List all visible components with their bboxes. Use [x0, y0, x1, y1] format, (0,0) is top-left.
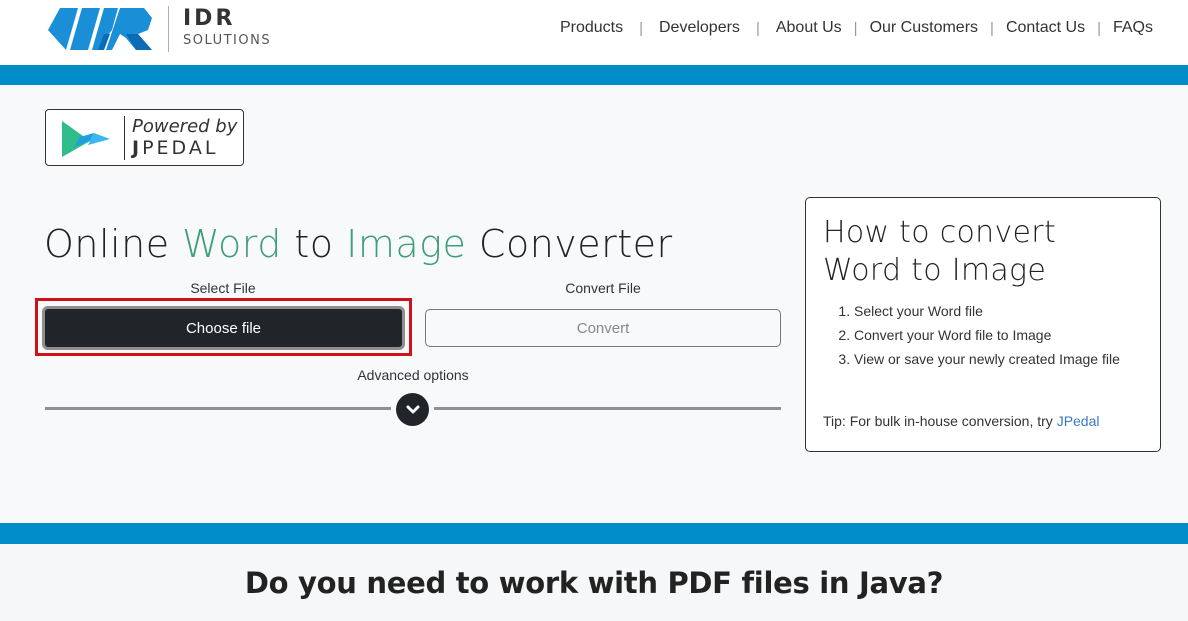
nav-separator: | [755, 19, 760, 37]
how-to-step: Convert your Word file to Image [854, 323, 1144, 347]
header-accent-bar [0, 65, 1188, 85]
jpedal-initial: J [132, 137, 143, 159]
powered-by-jpedal-badge[interactable]: Powered by JPEDAL [45, 109, 244, 166]
site-header: IDR SOLUTIONS Products | Developers | Ab… [0, 0, 1188, 65]
nav-separator: | [853, 19, 858, 37]
select-file-label: Select File [190, 280, 256, 296]
how-to-title-line: How to convert [823, 215, 1057, 250]
brand-name: IDR [183, 6, 236, 31]
idr-logo-icon[interactable] [48, 4, 156, 54]
title-accent-source: Word [182, 222, 282, 266]
choose-file-button[interactable]: Choose file [42, 306, 405, 350]
how-to-card: How to convertWord to Image Select your … [805, 197, 1161, 452]
tip-text: Tip: For bulk in-house conversion, try J… [823, 413, 1100, 429]
chevron-down-icon [406, 405, 419, 413]
jpedal-rest: PEDAL [142, 137, 219, 159]
how-to-title: How to convert Word to Image [823, 214, 1056, 290]
page-title: Online Word to Image Converter [44, 222, 673, 266]
how-to-step: View or save your newly created Image fi… [854, 347, 1144, 371]
nav-separator: | [1097, 19, 1101, 37]
nav-developers[interactable]: Developers [659, 19, 740, 37]
title-accent-target: Image [346, 222, 467, 266]
nav-contact-us[interactable]: Contact Us [1006, 19, 1085, 37]
section-accent-bar [0, 523, 1188, 544]
main-nav: Products | Developers | About Us | Our C… [560, 19, 1153, 37]
convert-button[interactable]: Convert [425, 309, 781, 347]
jpedal-link[interactable]: JPedal [1057, 413, 1100, 429]
convert-file-label: Convert File [565, 280, 641, 296]
nav-products[interactable]: Products [560, 19, 623, 37]
advanced-options-divider [45, 407, 391, 410]
title-text: Online [44, 222, 183, 266]
nav-faqs[interactable]: FAQs [1113, 19, 1153, 37]
how-to-title-line: Word to Image [823, 253, 1047, 288]
title-text: Converter [466, 222, 673, 266]
title-text: to [281, 222, 347, 266]
nav-about-us[interactable]: About Us [776, 19, 842, 37]
tip-label: Tip: For bulk in-house conversion, try [823, 413, 1057, 429]
advanced-options-toggle[interactable] [396, 393, 429, 426]
nav-our-customers[interactable]: Our Customers [870, 19, 978, 37]
how-to-step: Select your Word file [854, 299, 1144, 323]
badge-divider [124, 116, 125, 160]
java-pdf-heading: Do you need to work with PDF files in Ja… [244, 566, 944, 600]
advanced-options-label[interactable]: Advanced options [45, 367, 781, 383]
nav-separator: | [990, 19, 994, 37]
how-to-steps: Select your Word file Convert your Word … [854, 299, 1144, 371]
jpedal-wordmark: JPEDAL [132, 137, 218, 159]
nav-separator: | [639, 19, 643, 37]
jpedal-logo-icon [62, 121, 110, 157]
advanced-options-divider [434, 407, 781, 410]
brand-subtitle: SOLUTIONS [183, 33, 272, 48]
brand-divider [168, 6, 169, 52]
powered-by-text: Powered by [132, 116, 238, 137]
